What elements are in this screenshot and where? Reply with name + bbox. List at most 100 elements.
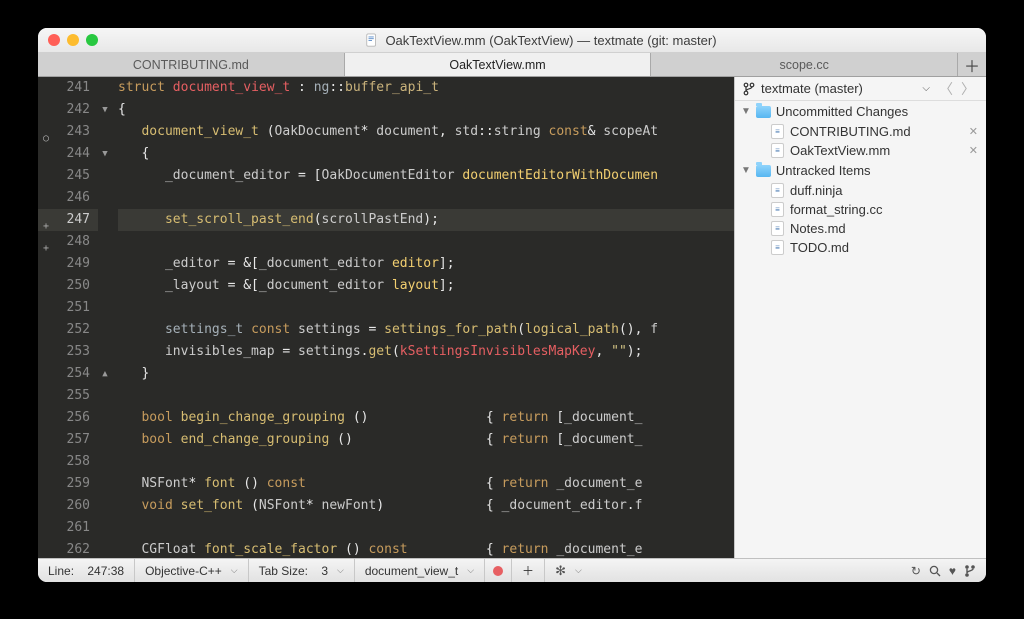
code-line[interactable]: settings_t const settings = settings_for… [118,319,734,341]
line-number[interactable]: 256 [38,407,98,429]
fold-toggle[interactable] [98,297,112,319]
line-number[interactable]: 262 [38,539,98,558]
sidebar-section-header[interactable]: ▼Uncommitted Changes [735,101,986,122]
line-number[interactable]: 243○ [38,121,98,143]
code-line[interactable] [118,231,734,253]
code-line[interactable]: { [118,99,734,121]
sidebar-header[interactable]: textmate (master) ⌵ 〈 〉 [735,77,986,101]
status-add[interactable]: ＋ [512,559,545,582]
close-icon[interactable]: ✕ [969,125,980,138]
fold-toggle[interactable] [98,473,112,495]
sidebar-file-item[interactable]: ≡format_string.cc [735,200,986,219]
fold-toggle[interactable] [98,77,112,99]
line-number[interactable]: 241 [38,77,98,99]
line-number[interactable]: 261 [38,517,98,539]
line-number[interactable]: 257 [38,429,98,451]
code-line[interactable]: bool end_change_grouping () { return [_d… [118,429,734,451]
code-line[interactable]: bool begin_change_grouping () { return [… [118,407,734,429]
fold-toggle[interactable] [98,209,112,231]
fold-toggle[interactable]: ▼ [98,99,112,121]
code-line[interactable]: void set_font (NSFont* newFont) { _docum… [118,495,734,517]
line-number[interactable]: 250 [38,275,98,297]
fold-toggle[interactable]: ▼ [98,143,112,165]
line-number[interactable]: 260 [38,495,98,517]
fold-toggle[interactable] [98,253,112,275]
code-line[interactable]: document_view_t (OakDocument* document, … [118,121,734,143]
search-icon[interactable] [929,565,941,577]
code-line[interactable]: CGFloat font_scale_factor () const { ret… [118,539,734,558]
fold-toggle[interactable] [98,451,112,473]
code-line[interactable] [118,385,734,407]
line-number[interactable]: 253 [38,341,98,363]
code-line[interactable]: _layout = &[_document_editor layout]; [118,275,734,297]
fold-toggle[interactable] [98,319,112,341]
code-area[interactable]: struct document_view_t : ng::buffer_api_… [112,77,734,558]
fold-toggle[interactable] [98,429,112,451]
minimize-window-button[interactable] [67,34,79,46]
line-number[interactable]: 246 [38,187,98,209]
sidebar-file-item[interactable]: ≡Notes.md [735,219,986,238]
sidebar-section-header[interactable]: ▼Untracked Items [735,160,986,181]
gutter[interactable]: 241242243○244245246247+248+2492502512522… [38,77,98,558]
sidebar-file-item[interactable]: ≡OakTextView.mm✕ [735,141,986,160]
fold-toggle[interactable] [98,341,112,363]
fold-toggle[interactable] [98,275,112,297]
refresh-icon[interactable]: ↻ [911,564,921,578]
sidebar-file-item[interactable]: ≡duff.ninja [735,181,986,200]
line-number[interactable]: 255 [38,385,98,407]
nav-back-button[interactable]: 〈 [936,79,956,99]
line-number[interactable]: 259 [38,473,98,495]
tab-scope[interactable]: scope.cc [651,53,958,76]
fold-toggle[interactable] [98,539,112,558]
fold-toggle[interactable] [98,517,112,539]
code-line[interactable] [118,517,734,539]
code-line[interactable] [118,297,734,319]
scm-icon[interactable] [964,564,976,578]
code-line[interactable]: struct document_view_t : ng::buffer_api_… [118,77,734,99]
status-gear[interactable]: ✻⌵ [545,559,592,582]
status-tabsize[interactable]: Tab Size: 3 ⌵ [249,559,355,582]
code-line[interactable]: } [118,363,734,385]
fold-toggle[interactable] [98,165,112,187]
nav-forward-button[interactable]: 〉 [958,79,978,99]
fold-toggle[interactable] [98,121,112,143]
new-tab-button[interactable]: ＋ [958,53,986,76]
close-window-button[interactable] [48,34,60,46]
close-icon[interactable]: ✕ [969,144,980,157]
fold-toggle[interactable] [98,385,112,407]
fold-toggle[interactable] [98,407,112,429]
repo-dropdown-icon[interactable]: ⌵ [918,83,934,94]
line-number[interactable]: 244 [38,143,98,165]
line-number[interactable]: 252 [38,319,98,341]
tab-oaktextview[interactable]: OakTextView.mm [345,53,652,76]
sidebar-file-item[interactable]: ≡CONTRIBUTING.md✕ [735,122,986,141]
zoom-window-button[interactable] [86,34,98,46]
code-line[interactable]: { [118,143,734,165]
favorite-icon[interactable]: ♥ [949,564,956,578]
line-number[interactable]: 247+ [38,209,98,231]
fold-toggle[interactable] [98,231,112,253]
fold-toggle[interactable]: ▲ [98,363,112,385]
code-line[interactable] [118,451,734,473]
line-number[interactable]: 258 [38,451,98,473]
status-record[interactable] [485,559,512,582]
fold-toggle[interactable] [98,187,112,209]
fold-column[interactable]: ▼ ▼ ▲ [98,77,112,558]
line-number[interactable]: 242 [38,99,98,121]
line-number[interactable]: 251 [38,297,98,319]
status-position[interactable]: Line: 247:38 [38,559,135,582]
tab-contributing[interactable]: CONTRIBUTING.md [38,53,345,76]
code-line[interactable] [118,187,734,209]
status-symbol[interactable]: document_view_t ⌵ [355,559,485,582]
fold-toggle[interactable] [98,495,112,517]
code-editor[interactable]: 241242243○244245246247+248+2492502512522… [38,77,734,558]
line-number[interactable]: 249 [38,253,98,275]
line-number[interactable]: 248+ [38,231,98,253]
code-line[interactable]: _editor = &[_document_editor editor]; [118,253,734,275]
code-line[interactable]: NSFont* font () const { return _document… [118,473,734,495]
sidebar-file-item[interactable]: ≡TODO.md [735,238,986,257]
code-line[interactable]: set_scroll_past_end(scrollPastEnd); [118,209,734,231]
status-language[interactable]: Objective-C++ ⌵ [135,559,249,582]
line-number[interactable]: 245 [38,165,98,187]
code-line[interactable]: invisibles_map = settings.get(kSettingsI… [118,341,734,363]
